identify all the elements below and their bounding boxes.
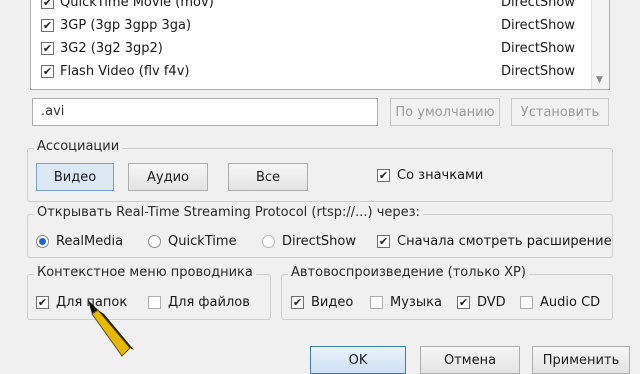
format-checkbox[interactable]: ✔ [41,18,54,32]
autoplay-music-option[interactable]: Музыка [370,295,442,310]
format-name: 3G2 (3g2 3gp2) [60,40,163,56]
autoplay-dvd-label: DVD [477,295,506,310]
scroll-down-icon[interactable]: ▼ [596,75,603,85]
associations-legend: Ассоциации [34,139,123,154]
context-files-checkbox[interactable] [148,296,161,309]
context-files-label: Для файлов [168,295,250,310]
assoc-all-button[interactable]: Все [228,163,308,191]
autoplay-dvd-option[interactable]: ✔ DVD [457,295,506,310]
rtsp-realmedia-option[interactable]: RealMedia [36,234,123,249]
pen-cursor-icon [88,300,134,357]
associations-group: Ассоциации [27,139,613,202]
rtsp-realmedia-radio[interactable] [36,235,49,248]
apply-button[interactable]: Применить [532,346,630,374]
assoc-audio-button[interactable]: Аудио [128,163,208,191]
ok-button[interactable]: OK [310,346,406,374]
default-button[interactable]: По умолчанию [390,98,500,126]
format-name: Flash Video (flv f4v) [60,63,190,79]
context-folders-checkbox[interactable]: ✔ [36,296,49,309]
format-list[interactable]: ✔ QuickTime Movie (mov) DirectShow ✔ 3GP… [30,0,610,90]
icons-label: Со значками [397,168,484,183]
autoplay-dvd-checkbox[interactable]: ✔ [457,296,470,309]
list-item[interactable]: ✔ 3GP (3gp 3gpp 3ga) DirectShow [41,14,575,36]
preview-label: Сначала смотреть расширение [397,234,612,249]
format-name: 3GP (3gp 3gpp 3ga) [60,17,192,33]
cancel-button[interactable]: Отмена [420,346,520,374]
autoplay-video-option[interactable]: ✔ Видео [291,295,353,310]
rtsp-legend: Открывать Real-Time Streaming Protocol (… [34,205,423,220]
preview-checkbox[interactable]: ✔ [377,235,390,248]
rtsp-directshow-radio[interactable] [262,235,275,248]
rtsp-quicktime-radio[interactable] [148,235,161,248]
format-name: QuickTime Movie (mov) [60,0,214,10]
autoplay-video-label: Видео [311,295,354,310]
preview-option[interactable]: ✔ Сначала смотреть расширение [377,234,612,249]
autoplay-legend: Автовоспроизведение (только XP) [288,265,529,280]
list-item[interactable]: ✔ 3G2 (3g2 3gp2) DirectShow [41,37,575,59]
autoplay-audiocd-option[interactable]: Audio CD [520,295,600,310]
context-files-option[interactable]: Для файлов [148,295,250,310]
autoplay-video-checkbox[interactable]: ✔ [291,296,304,309]
rtsp-quicktime-option[interactable]: QuickTime [148,234,237,249]
rtsp-directshow-label: DirectShow [282,234,357,249]
format-checkbox[interactable]: ✔ [41,64,54,78]
assoc-video-button[interactable]: Видео [36,163,114,191]
set-button[interactable]: Установить [511,98,609,126]
icons-checkbox[interactable]: ✔ [377,169,390,182]
autoplay-music-checkbox[interactable] [370,296,383,309]
autoplay-music-label: Музыка [390,295,442,310]
autoplay-audiocd-checkbox[interactable] [520,296,533,309]
rtsp-quicktime-label: QuickTime [168,234,237,249]
list-scrollbar[interactable]: ▼ [591,0,609,89]
icons-option[interactable]: ✔ Со значками [377,168,483,183]
list-item[interactable]: ✔ QuickTime Movie (mov) DirectShow [41,0,575,13]
rtsp-realmedia-label: RealMedia [56,234,124,249]
context-menu-legend: Контекстное меню проводника [34,265,256,280]
extension-input[interactable]: .avi [32,98,378,126]
autoplay-audiocd-label: Audio CD [540,295,601,310]
format-checkbox[interactable]: ✔ [41,41,54,55]
list-item[interactable]: ✔ Flash Video (flv f4v) DirectShow [41,60,575,82]
rtsp-directshow-option[interactable]: DirectShow [262,234,356,249]
format-checkbox[interactable]: ✔ [41,0,54,9]
